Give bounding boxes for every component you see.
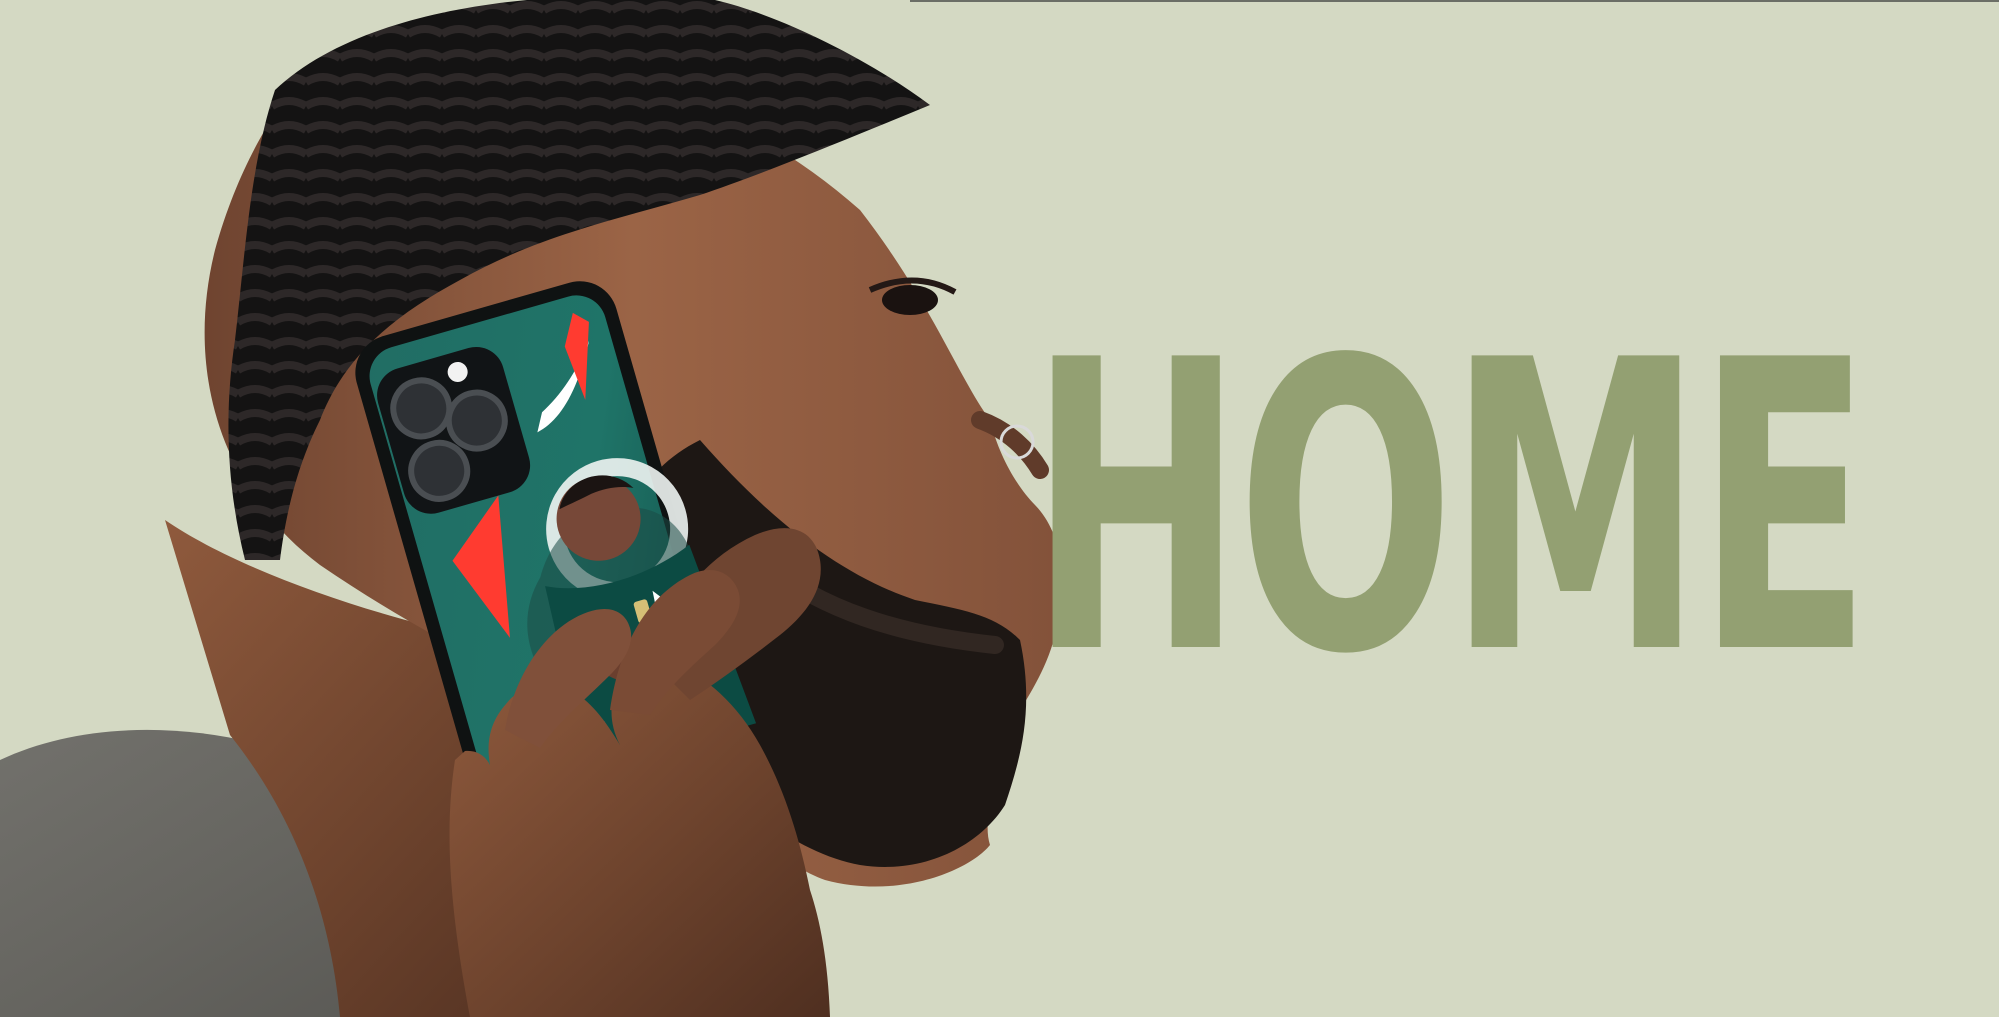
hero-section: HOME [0, 0, 1999, 1017]
home-headline: HOME [1029, 277, 1871, 742]
hero-photo [0, 0, 1063, 1017]
